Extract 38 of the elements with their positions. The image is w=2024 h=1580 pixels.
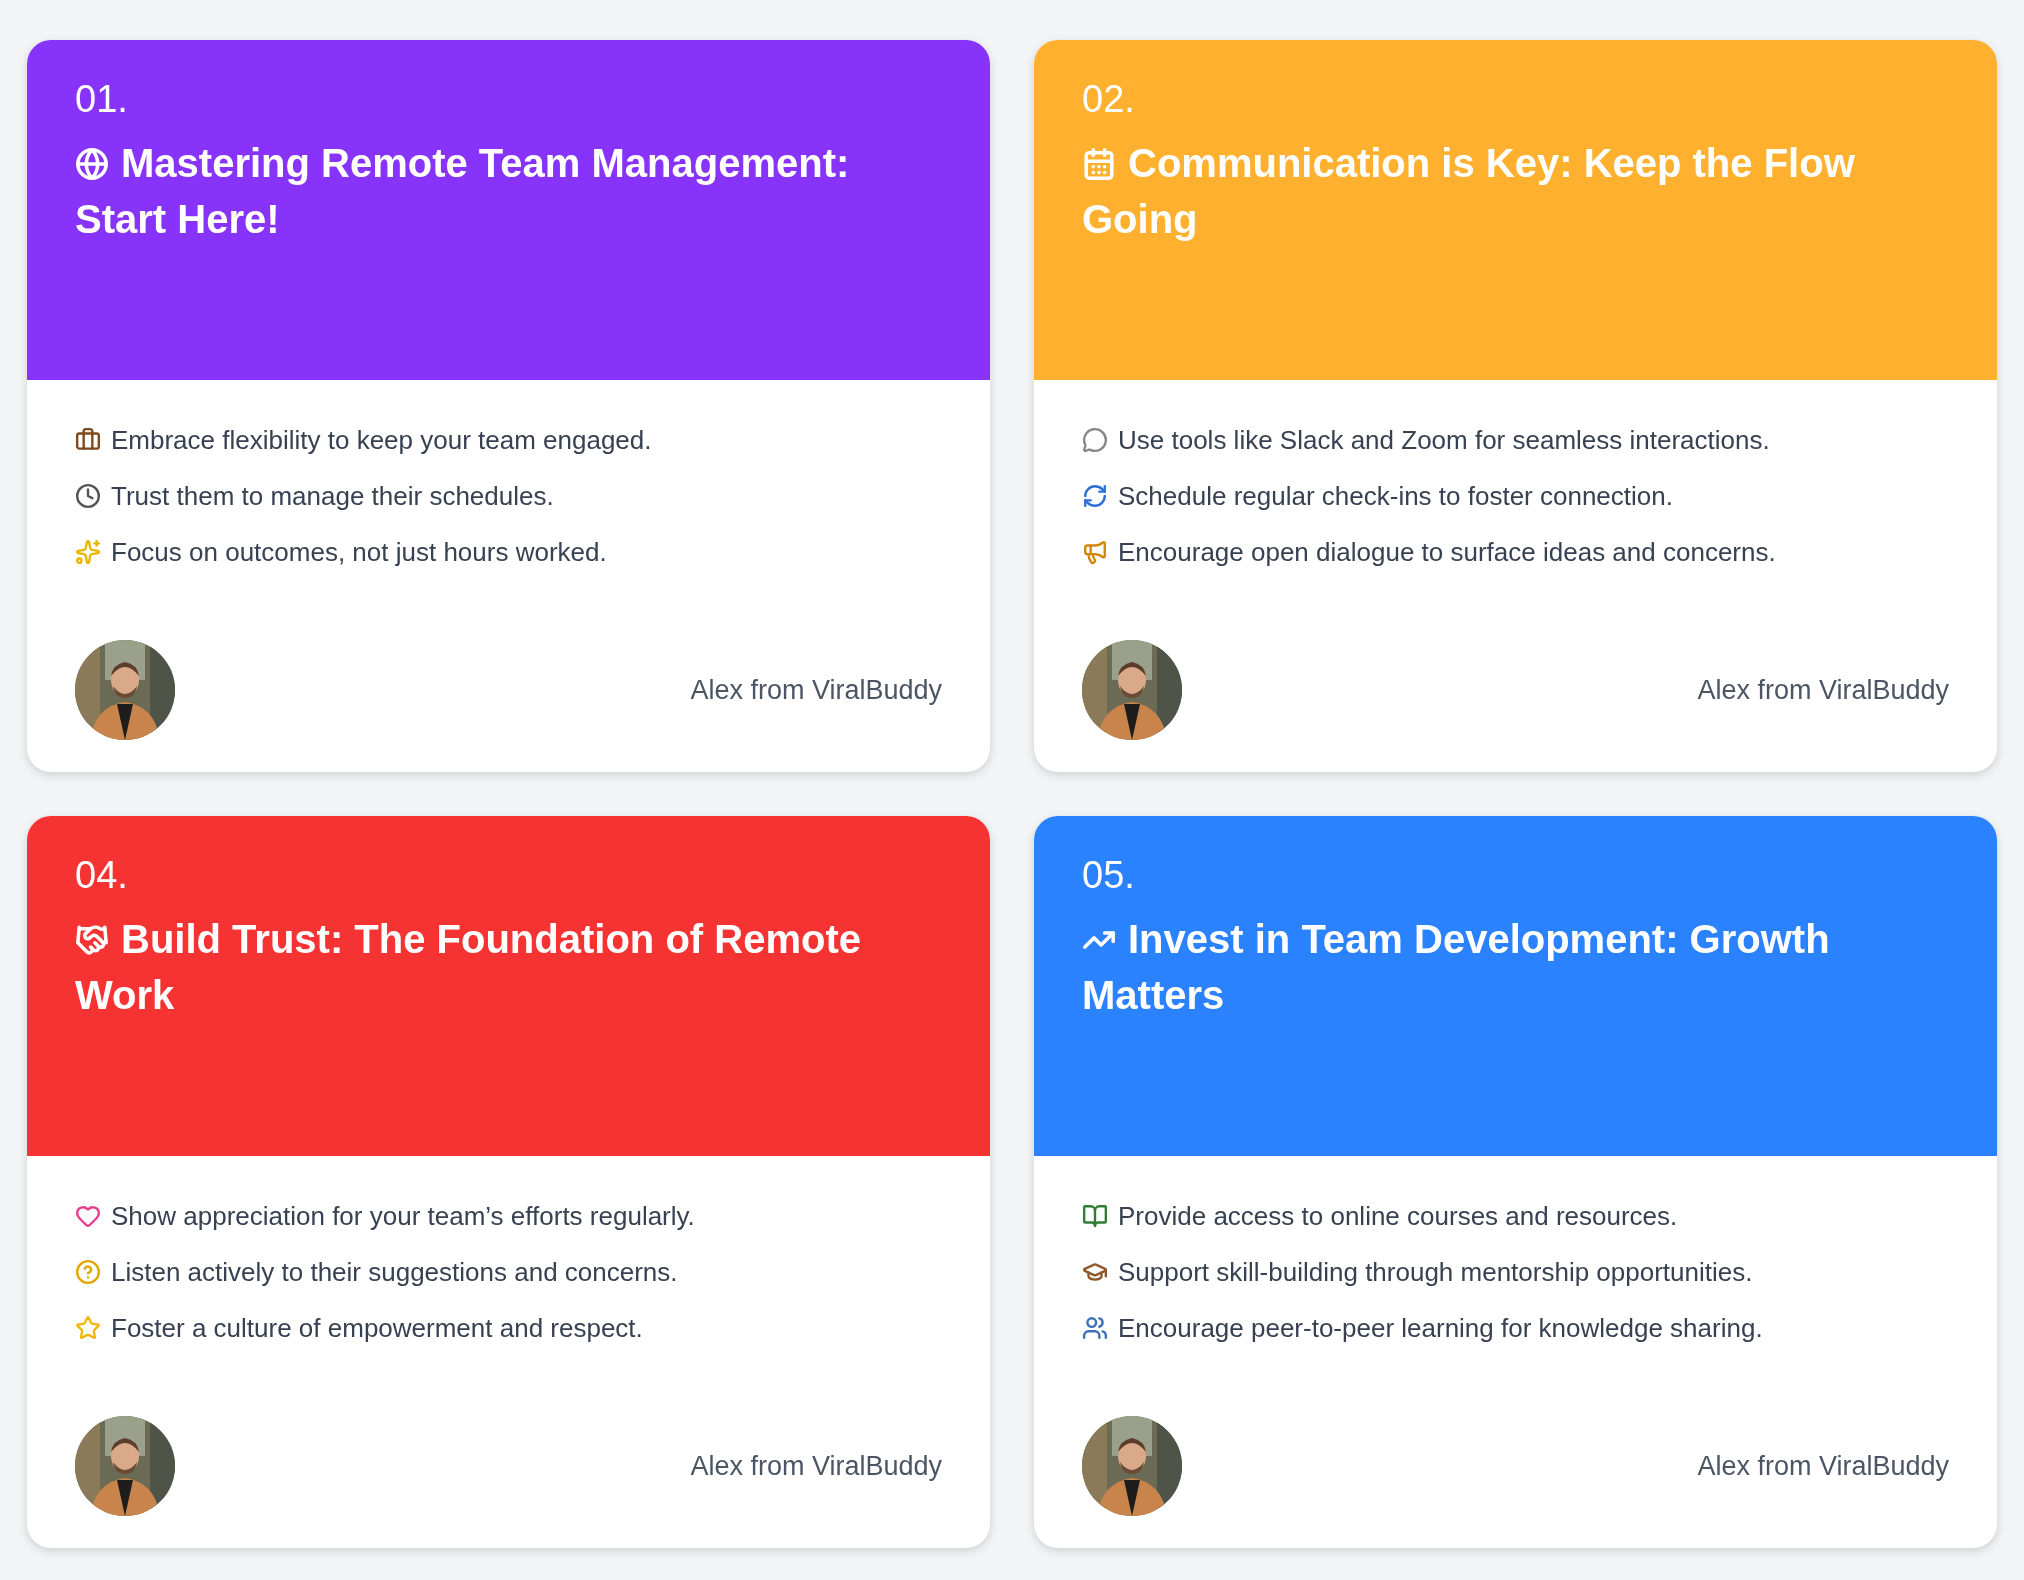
refresh-icon — [1082, 483, 1108, 509]
sparkles-icon — [75, 539, 101, 565]
book-icon — [1082, 1203, 1108, 1229]
megaphone-icon — [1082, 539, 1108, 565]
tip-text: Use tools like Slack and Zoom for seamless interactions. — [1118, 424, 1770, 456]
card-title: Mastering Remote Team Management: Start Here! — [75, 140, 851, 243]
card-number: 02. — [1082, 78, 1136, 121]
heart-icon — [75, 1203, 101, 1229]
speech-bubble-icon — [1082, 427, 1108, 453]
globe-icon — [75, 147, 109, 181]
tip-text: Support skill-building through mentorship opportunities. — [1118, 1256, 1753, 1288]
tip-text: Listen actively to their suggestions and concerns. — [111, 1256, 678, 1288]
card-title: Invest in Team Development: Growth Matters — [1082, 916, 1831, 1019]
author-name: Alex from ViralBuddy — [690, 674, 942, 706]
tip-text: Trust them to manage their schedules. — [111, 480, 554, 512]
tip-text: Encourage open dialogue to surface ideas and concerns. — [1118, 536, 1776, 568]
author-name: Alex from ViralBuddy — [690, 1450, 942, 1482]
author-name: Alex from ViralBuddy — [1697, 1450, 1949, 1482]
tip-text: Encourage peer-to-peer learning for knowledge sharing. — [1118, 1312, 1763, 1344]
star-icon — [75, 1315, 101, 1341]
calendar-icon — [1082, 147, 1116, 181]
tip-text: Embrace flexibility to keep your team engaged. — [111, 424, 652, 456]
author-name: Alex from ViralBuddy — [1697, 674, 1949, 706]
people-icon — [1082, 1315, 1108, 1341]
card-number: 04. — [75, 854, 129, 897]
tip-text: Show appreciation for your team’s efforts regularly. — [111, 1200, 695, 1232]
card-number: 05. — [1082, 854, 1136, 897]
tip-text: Focus on outcomes, not just hours worked. — [111, 536, 607, 568]
handshake-icon — [75, 923, 109, 957]
tip-text: Schedule regular check-ins to foster connection. — [1118, 480, 1673, 512]
clock-icon — [75, 483, 101, 509]
question-icon — [75, 1259, 101, 1285]
card-title: Build Trust: The Foundation of Remote Work — [75, 916, 862, 1019]
tip-text: Foster a culture of empowerment and respect. — [111, 1312, 643, 1344]
briefcase-icon — [75, 427, 101, 453]
tip-text: Provide access to online courses and resources. — [1118, 1200, 1678, 1232]
card-number: 01. — [75, 78, 129, 121]
card-title: Communication is Key: Keep the Flow Going — [1082, 140, 1856, 243]
